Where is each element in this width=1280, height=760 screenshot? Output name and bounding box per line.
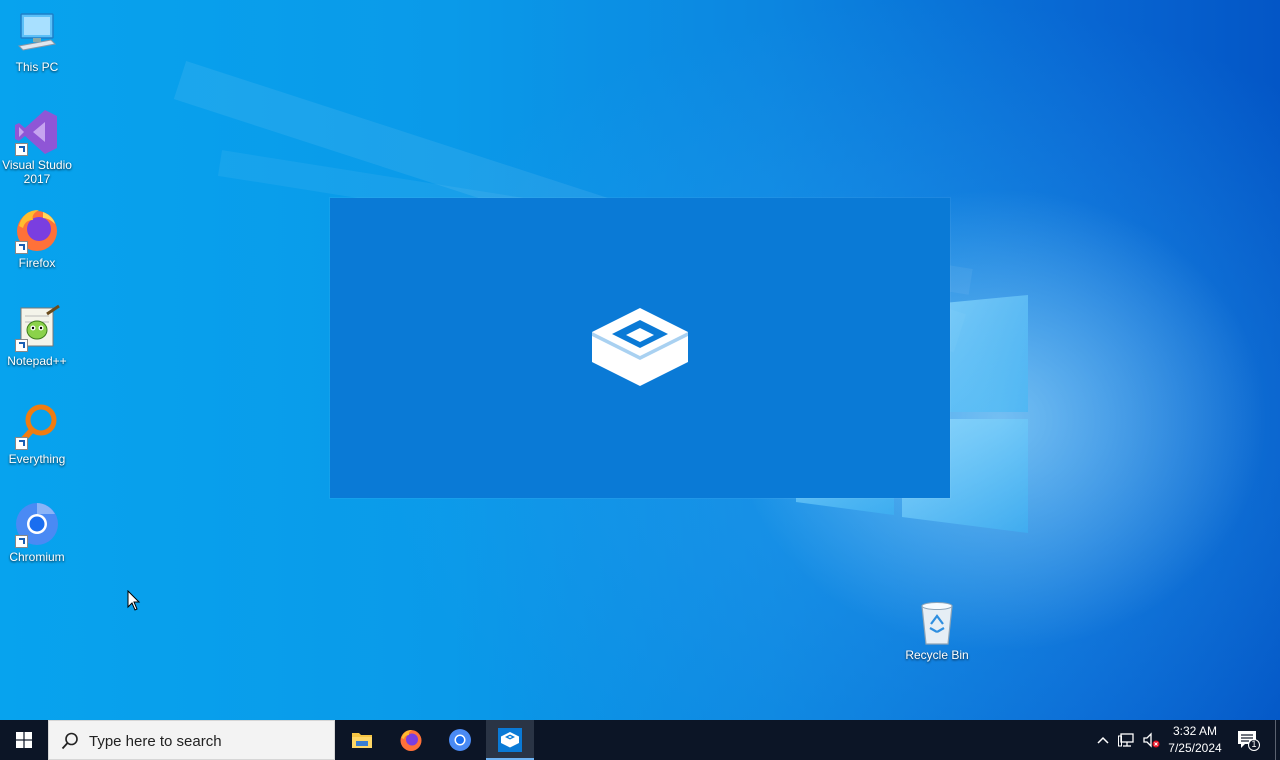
- clock-date: 7/25/2024: [1168, 741, 1222, 755]
- network-icon[interactable]: [1118, 731, 1136, 749]
- action-center-button[interactable]: 1: [1236, 729, 1260, 751]
- taskbar-search-box[interactable]: Type here to search: [48, 720, 335, 760]
- desktop-icon-label: Visual Studio 2017: [2, 158, 72, 186]
- desktop-icon-label: Firefox: [18, 256, 56, 270]
- clock-time: 3:32 AM: [1172, 724, 1218, 738]
- desktop-icon-firefox[interactable]: Firefox: [0, 206, 74, 270]
- shortcut-arrow-icon: [15, 339, 28, 352]
- desktop-icon-everything[interactable]: Everything: [0, 402, 74, 466]
- show-desktop-button[interactable]: [1275, 720, 1276, 760]
- desktop[interactable]: This PC Visual Studio 2017 Firefox Notep…: [0, 0, 1280, 720]
- search-icon: [61, 732, 78, 750]
- notification-count-badge: 1: [1251, 739, 1257, 749]
- desktop-icon-label: Recycle Bin: [905, 648, 969, 662]
- shortcut-arrow-icon: [15, 535, 28, 548]
- recycle-bin-icon: [921, 602, 953, 645]
- desktop-icon-label: Notepad++: [7, 354, 67, 368]
- windows-start-icon: [16, 732, 32, 748]
- shortcut-arrow-icon: [15, 241, 28, 254]
- desktop-icon-label: This PC: [15, 60, 59, 74]
- desktop-icon-recycle-bin[interactable]: Recycle Bin: [900, 598, 974, 662]
- firefox-icon: [400, 730, 422, 751]
- search-placeholder: Type here to search: [89, 733, 222, 750]
- taskbar-file-explorer[interactable]: [338, 720, 386, 760]
- sandbox-splash-window: [330, 198, 950, 498]
- desktop-icon-notepadpp[interactable]: Notepad++: [0, 304, 74, 368]
- taskbar-windows-sandbox[interactable]: [486, 720, 534, 760]
- desktop-icon-this-pc[interactable]: This PC: [0, 10, 74, 74]
- desktop-icon-visual-studio[interactable]: Visual Studio 2017: [0, 108, 74, 186]
- sandbox-box-icon: [592, 308, 688, 386]
- monitor-icon: [17, 13, 57, 51]
- desktop-icon-chromium[interactable]: Chromium: [0, 500, 74, 564]
- taskbar-chromium[interactable]: [436, 720, 484, 760]
- taskbar-clock[interactable]: 3:32 AM 7/25/2024: [1160, 723, 1230, 757]
- start-button[interactable]: [0, 720, 48, 760]
- chromium-icon: [449, 729, 471, 751]
- desktop-icon-label: Everything: [8, 452, 66, 466]
- folder-icon: [352, 733, 372, 748]
- shortcut-arrow-icon: [15, 143, 28, 156]
- mouse-cursor-icon: [127, 590, 141, 611]
- shortcut-arrow-icon: [15, 437, 28, 450]
- taskbar: Type here to search 3:32 AM 7/25/2024 1: [0, 720, 1280, 760]
- taskbar-firefox[interactable]: [387, 720, 435, 760]
- desktop-icon-label: Chromium: [9, 550, 65, 564]
- chevron-up-icon[interactable]: [1094, 731, 1112, 749]
- volume-muted-icon[interactable]: [1142, 731, 1160, 749]
- sandbox-box-icon: [498, 728, 522, 752]
